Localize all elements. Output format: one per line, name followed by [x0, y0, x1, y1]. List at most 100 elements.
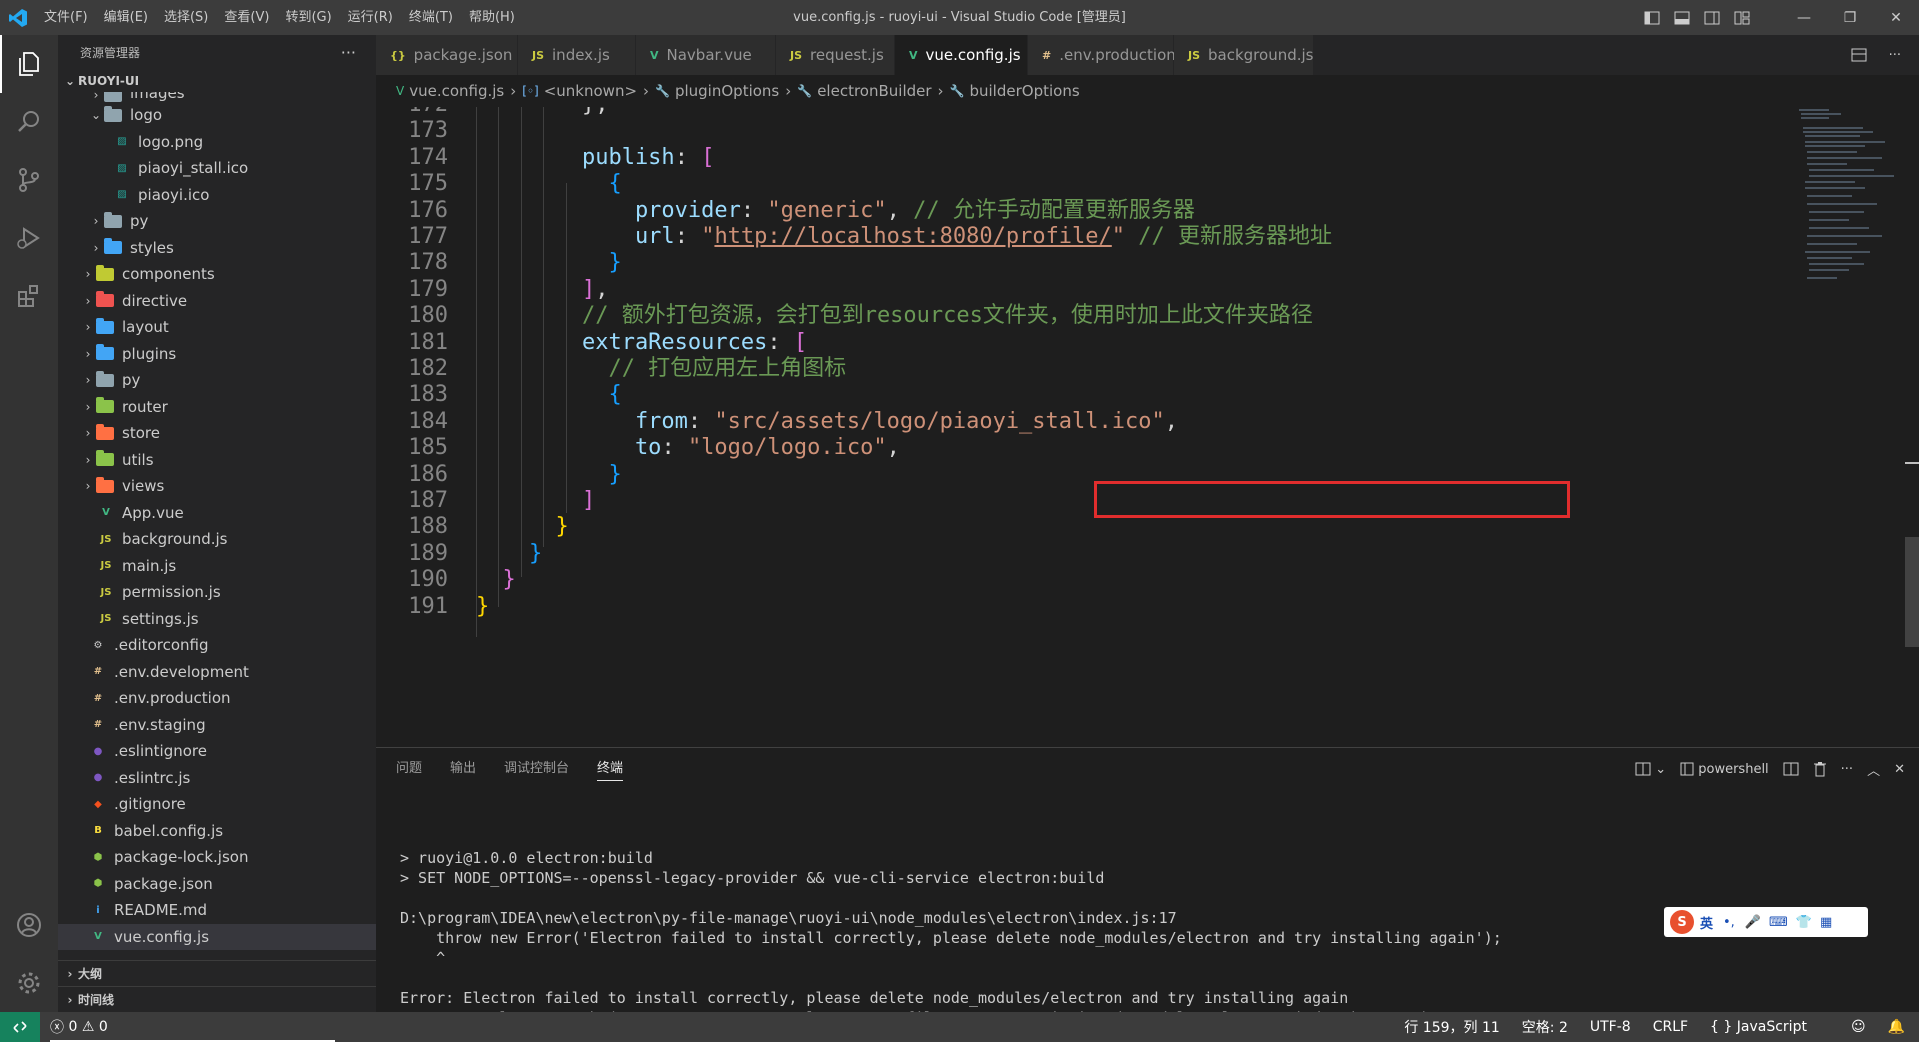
- menu-item[interactable]: 帮助(H): [461, 0, 523, 35]
- tree-item[interactable]: › py: [58, 367, 376, 394]
- extensions-icon[interactable]: [0, 267, 58, 325]
- tree-item[interactable]: JS settings.js: [58, 606, 376, 633]
- problems-indicator[interactable]: ⓧ 0 ⚠ 0: [40, 1017, 108, 1037]
- tree-item[interactable]: › styles: [58, 235, 376, 262]
- tree-item[interactable]: ◆ .gitignore: [58, 791, 376, 818]
- breadcrumb-item[interactable]: pluginOptions: [675, 82, 779, 100]
- source-control-icon[interactable]: [0, 151, 58, 209]
- minimap[interactable]: [1795, 107, 1905, 307]
- tree-item[interactable]: › store: [58, 420, 376, 447]
- tree-item[interactable]: › utils: [58, 447, 376, 474]
- close-window-button[interactable]: ✕: [1873, 0, 1919, 35]
- close-panel-icon[interactable]: ✕: [1894, 762, 1905, 777]
- tree-item[interactable]: # .env.production: [58, 685, 376, 712]
- tree-item[interactable]: › images: [58, 92, 376, 102]
- encoding[interactable]: UTF-8: [1590, 1019, 1631, 1035]
- outline-section[interactable]: › 大纲: [58, 960, 376, 986]
- tree-item[interactable]: › views: [58, 473, 376, 500]
- editor-tab[interactable]: {} package.json: [376, 35, 518, 75]
- breadcrumb-item[interactable]: electronBuilder: [817, 82, 931, 100]
- remote-icon[interactable]: [0, 1012, 40, 1042]
- tree-item[interactable]: Vvue.config.js: [58, 923, 376, 950]
- customize-layout-icon[interactable]: [1727, 0, 1757, 35]
- editor-tab[interactable]: # .env.production: [1028, 35, 1176, 75]
- tree-item[interactable]: ⌄ logo: [58, 102, 376, 129]
- split-panel-icon[interactable]: [1783, 762, 1799, 776]
- editor-tab[interactable]: JS request.js: [776, 35, 895, 75]
- menu-item[interactable]: 运行(R): [340, 0, 401, 35]
- breadcrumb-item[interactable]: vue.config.js: [409, 82, 504, 100]
- line-ending[interactable]: CRLF: [1653, 1019, 1688, 1035]
- run-debug-icon[interactable]: [0, 209, 58, 267]
- language-mode[interactable]: { } JavaScript: [1710, 1019, 1829, 1035]
- tree-item[interactable]: ⬢ package-lock.json: [58, 844, 376, 871]
- more-actions-icon[interactable]: ···: [1841, 762, 1853, 777]
- editor-tab[interactable]: V Navbar.vue: [636, 35, 776, 75]
- skin-icon[interactable]: 👕: [1796, 915, 1812, 930]
- tree-item[interactable]: # .env.staging: [58, 712, 376, 739]
- indentation[interactable]: 空格: 2: [1522, 1017, 1568, 1037]
- menu-item[interactable]: 编辑(E): [96, 0, 156, 35]
- tree-item[interactable]: V App.vue: [58, 500, 376, 527]
- project-root[interactable]: ⌄ RUOYI-UI: [58, 70, 376, 92]
- timeline-section[interactable]: › 时间线: [58, 986, 376, 1012]
- tree-item[interactable]: › components: [58, 261, 376, 288]
- feedback-icon[interactable]: ☺: [1851, 1019, 1866, 1035]
- terminal-output[interactable]: > ruoyi@1.0.0 electron:build > SET NODE_O…: [400, 828, 1502, 1028]
- toggle-panel-icon[interactable]: [1667, 0, 1697, 35]
- ime-language[interactable]: 英: [1700, 913, 1713, 932]
- more-actions-icon[interactable]: ···: [1889, 48, 1901, 63]
- tree-item[interactable]: JS background.js: [58, 526, 376, 553]
- tree-item[interactable]: ⚙ .editorconfig: [58, 632, 376, 659]
- vertical-scrollbar[interactable]: [1905, 537, 1919, 647]
- tree-item[interactable]: › plugins: [58, 341, 376, 368]
- maximize-panel-icon[interactable]: ︿: [1867, 760, 1880, 779]
- tree-item[interactable]: # .env.development: [58, 659, 376, 686]
- minimize-button[interactable]: —: [1781, 0, 1827, 35]
- panel-tab[interactable]: 终端: [597, 757, 624, 781]
- explorer-icon[interactable]: [0, 35, 58, 93]
- editor-tab[interactable]: JS index.js: [518, 35, 636, 75]
- tree-item[interactable]: ● .eslintignore: [58, 738, 376, 765]
- trash-icon[interactable]: [1813, 761, 1827, 777]
- panel-tab[interactable]: 调试控制台: [504, 757, 569, 781]
- code-editor[interactable]: 172 },173174 publish: [175 {176 provider…: [376, 107, 1919, 747]
- tree-item[interactable]: › py: [58, 208, 376, 235]
- tree-item[interactable]: JS main.js: [58, 553, 376, 580]
- split-terminal-icon[interactable]: ⌄: [1635, 762, 1666, 777]
- editor-tab[interactable]: JS background.js: [1174, 35, 1314, 75]
- microphone-icon[interactable]: 🎤: [1745, 915, 1761, 930]
- breadcrumb-item[interactable]: <unknown>: [544, 82, 637, 100]
- keyboard-icon[interactable]: ⌨: [1769, 915, 1788, 930]
- menu-item[interactable]: 终端(T): [401, 0, 461, 35]
- tree-item[interactable]: ▨ logo.png: [58, 129, 376, 156]
- cursor-position[interactable]: 行 159，列 11: [1404, 1017, 1499, 1037]
- panel-tab[interactable]: 输出: [450, 757, 476, 781]
- terminal-shell-selector[interactable]: powershell: [1680, 762, 1769, 777]
- manage-gear-icon[interactable]: [0, 954, 58, 1012]
- tree-item[interactable]: JS permission.js: [58, 579, 376, 606]
- editor-tab[interactable]: Vvue.config.js✕: [895, 35, 1042, 75]
- toolbox-icon[interactable]: ▦: [1820, 915, 1832, 930]
- tree-item[interactable]: › layout: [58, 314, 376, 341]
- menu-item[interactable]: 选择(S): [156, 0, 216, 35]
- ime-toolbar[interactable]: S 英 •, 🎤 ⌨ 👕 ▦: [1664, 907, 1868, 937]
- tree-item[interactable]: ⬢ package.json: [58, 871, 376, 898]
- notifications-bell-icon[interactable]: 🔔: [1888, 1019, 1905, 1035]
- ime-punct-icon[interactable]: •,: [1723, 915, 1735, 930]
- tree-item[interactable]: ▨ piaoyi_stall.ico: [58, 155, 376, 182]
- toggle-primary-sidebar-icon[interactable]: [1637, 0, 1667, 35]
- menu-item[interactable]: 转到(G): [277, 0, 339, 35]
- menu-item[interactable]: 文件(F): [36, 0, 96, 35]
- accounts-icon[interactable]: [0, 896, 58, 954]
- restore-button[interactable]: ❐: [1827, 0, 1873, 35]
- tree-item[interactable]: i README.md: [58, 897, 376, 924]
- toggle-secondary-sidebar-icon[interactable]: [1697, 0, 1727, 35]
- more-actions-icon[interactable]: ···: [341, 43, 356, 62]
- breadcrumb-item[interactable]: builderOptions: [969, 82, 1079, 100]
- tree-item[interactable]: ▨ piaoyi.ico: [58, 182, 376, 209]
- search-icon[interactable]: [0, 93, 58, 151]
- tree-item[interactable]: › directive: [58, 288, 376, 315]
- menu-item[interactable]: 查看(V): [216, 0, 277, 35]
- split-editor-icon[interactable]: [1851, 48, 1867, 62]
